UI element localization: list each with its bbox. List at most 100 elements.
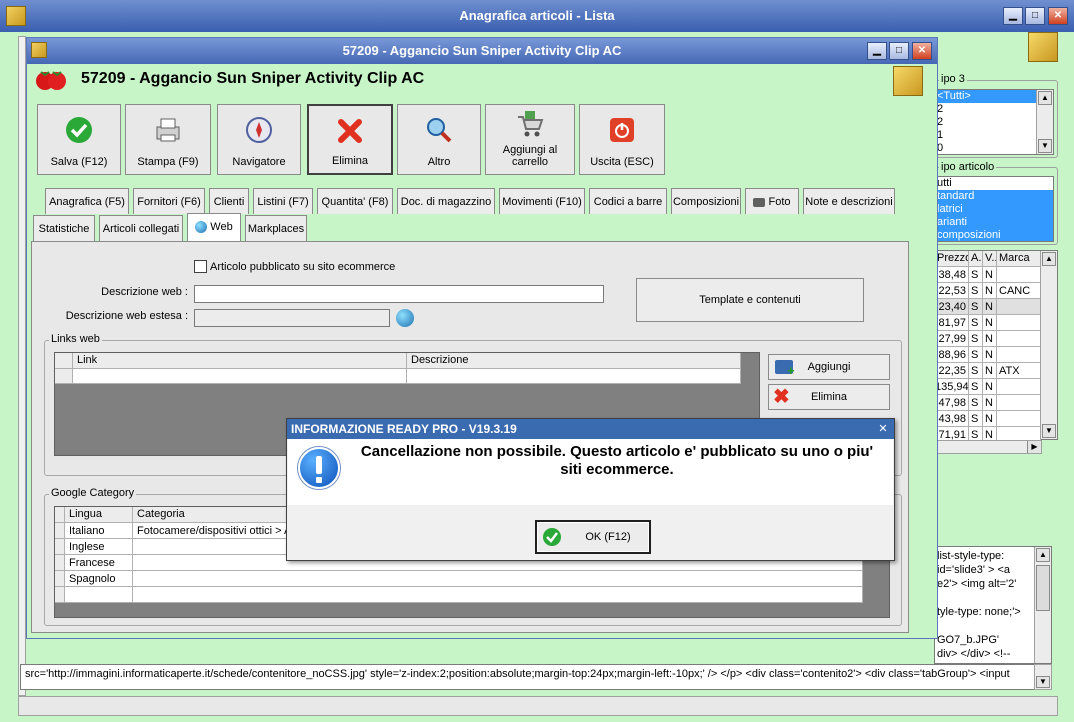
tab-quantita[interactable]: Quantita' (F8): [317, 188, 393, 214]
tipo-articolo-item[interactable]: latrici: [935, 203, 1053, 216]
dialog-close-button[interactable]: ✕: [875, 421, 891, 437]
google-row-lingua[interactable]: Francese: [65, 555, 133, 571]
save-button[interactable]: Salva (F12): [37, 104, 121, 175]
articles-header-cell[interactable]: V..: [983, 251, 997, 267]
google-row-empty[interactable]: [133, 587, 863, 603]
articles-cell[interactable]: N: [983, 315, 997, 331]
tipo-articolo-item[interactable]: tandard: [935, 190, 1053, 203]
articles-cell[interactable]: N: [983, 379, 997, 395]
articles-cell[interactable]: [997, 299, 1041, 315]
tab-fornitori[interactable]: Fornitori (F6): [133, 188, 205, 214]
bottom-line-scrollbar[interactable]: ▼: [1034, 664, 1052, 690]
articles-cell[interactable]: S: [969, 283, 983, 299]
main-minimize-button[interactable]: ▁: [1003, 7, 1023, 25]
tab-markplaces[interactable]: Markplaces: [245, 215, 307, 241]
add-to-cart-button[interactable]: Aggiungi al carrello: [485, 104, 575, 175]
print-button[interactable]: Stampa (F9): [125, 104, 211, 175]
descrizione-web-input[interactable]: [194, 285, 604, 303]
google-row-empty[interactable]: [65, 587, 133, 603]
articles-cell[interactable]: ATX: [997, 363, 1041, 379]
articles-cell[interactable]: [997, 267, 1041, 283]
articles-cell[interactable]: N: [983, 395, 997, 411]
tab-codici-barre[interactable]: Codici a barre: [589, 188, 667, 214]
articles-cell[interactable]: 47,98: [935, 395, 969, 411]
edit-html-globe-icon[interactable]: [396, 309, 414, 327]
links-row-descrizione-cell[interactable]: [407, 369, 741, 384]
delete-button[interactable]: Elimina: [307, 104, 393, 175]
tipo-articolo-item[interactable]: composizioni: [935, 229, 1053, 241]
google-row-categoria[interactable]: [133, 571, 863, 587]
tipo3-item[interactable]: <Tutti>: [935, 90, 1037, 103]
dialog-ok-button[interactable]: OK (F12): [535, 520, 651, 554]
tab-note-descrizioni[interactable]: Note e descrizioni: [803, 188, 895, 214]
articles-cell[interactable]: [997, 315, 1041, 331]
scroll-down-icon[interactable]: ▼: [1038, 139, 1052, 153]
exit-button[interactable]: Uscita (ESC): [579, 104, 665, 175]
articles-header-cell[interactable]: Marca: [997, 251, 1041, 267]
articles-header-cell[interactable]: Prezzo: [935, 251, 969, 267]
tab-anagrafica[interactable]: Anagrafica (F5): [45, 188, 129, 214]
articles-cell[interactable]: [997, 379, 1041, 395]
child-maximize-button[interactable]: □: [889, 42, 909, 60]
articles-header-cell[interactable]: A..: [969, 251, 983, 267]
articles-cell[interactable]: [997, 411, 1041, 427]
html-source-bottom-line[interactable]: src='http://immagini.informaticaperte.it…: [20, 664, 1052, 690]
tab-web[interactable]: Web: [187, 213, 241, 241]
google-row-lingua[interactable]: Italiano: [65, 523, 133, 539]
descrizione-estesa-input[interactable]: [194, 309, 390, 327]
tipo3-scrollbar[interactable]: ▲ ▼: [1036, 90, 1053, 154]
main-maximize-button[interactable]: □: [1025, 7, 1045, 25]
tipo-articolo-list[interactable]: utti tandard latrici arianti composizion…: [934, 176, 1054, 242]
articles-table-hscroll[interactable]: ▶: [934, 440, 1042, 454]
tipo3-list[interactable]: <Tutti> 2 2 1 0 ▲ ▼: [934, 89, 1054, 155]
articles-cell[interactable]: N: [983, 331, 997, 347]
tab-listini[interactable]: Listini (F7): [253, 188, 313, 214]
articles-cell[interactable]: N: [983, 283, 997, 299]
articles-cell[interactable]: [997, 347, 1041, 363]
add-link-button[interactable]: + Aggiungi: [768, 354, 890, 380]
tab-composizioni[interactable]: Composizioni: [671, 188, 741, 214]
articles-cell[interactable]: N: [983, 363, 997, 379]
tab-articoli-collegati[interactable]: Articoli collegati: [99, 215, 183, 241]
articles-cell[interactable]: 88,96: [935, 347, 969, 363]
articles-cell[interactable]: 22,35: [935, 363, 969, 379]
scroll-right-icon[interactable]: ▶: [1027, 441, 1041, 453]
scroll-up-icon[interactable]: ▲: [1038, 91, 1052, 105]
html-source-scrollbar[interactable]: ▲: [1034, 547, 1051, 663]
google-row-lingua[interactable]: Spagnolo: [65, 571, 133, 587]
tab-statistiche[interactable]: Statistiche: [33, 215, 95, 241]
tab-foto[interactable]: Foto: [745, 188, 799, 214]
tab-movimenti[interactable]: Movimenti (F10): [499, 188, 585, 214]
scroll-down-icon[interactable]: ▼: [1042, 424, 1056, 438]
navigator-button[interactable]: Navigatore: [217, 104, 301, 175]
published-checkbox[interactable]: [194, 260, 207, 273]
articles-cell[interactable]: N: [983, 299, 997, 315]
articles-table-vscroll[interactable]: ▲ ▼: [1040, 251, 1057, 439]
articles-cell[interactable]: 22,53: [935, 283, 969, 299]
articles-cell[interactable]: 38,48: [935, 267, 969, 283]
articles-cell[interactable]: S: [969, 395, 983, 411]
articles-cell[interactable]: 43,98: [935, 411, 969, 427]
articles-cell[interactable]: [997, 331, 1041, 347]
tipo-articolo-item[interactable]: arianti: [935, 216, 1053, 229]
links-row-link-cell[interactable]: [73, 369, 407, 384]
articles-cell[interactable]: N: [983, 347, 997, 363]
tab-doc-magazzino[interactable]: Doc. di magazzino: [397, 188, 495, 214]
articles-cell[interactable]: S: [969, 267, 983, 283]
child-close-button[interactable]: ✕: [912, 42, 932, 60]
articles-cell[interactable]: 135,94: [935, 379, 969, 395]
delete-link-button[interactable]: ✖ Elimina: [768, 384, 890, 410]
articles-cell[interactable]: [997, 395, 1041, 411]
google-row-lingua[interactable]: Inglese: [65, 539, 133, 555]
scroll-up-icon[interactable]: ▲: [1036, 548, 1050, 562]
scroll-down-icon[interactable]: ▼: [1036, 676, 1050, 688]
tipo-articolo-item[interactable]: utti: [935, 177, 1053, 190]
template-contenuti-button[interactable]: Template e contenuti: [636, 278, 864, 322]
tab-clienti[interactable]: Clienti: [209, 188, 249, 214]
other-button[interactable]: Altro: [397, 104, 481, 175]
html-source-area[interactable]: list-style-type: id='slide3' > <a e2'> <im…: [934, 546, 1052, 664]
articles-cell[interactable]: 81,97: [935, 315, 969, 331]
articles-cell[interactable]: CANC: [997, 283, 1041, 299]
scroll-thumb[interactable]: [1036, 565, 1050, 611]
articles-cell[interactable]: N: [983, 411, 997, 427]
